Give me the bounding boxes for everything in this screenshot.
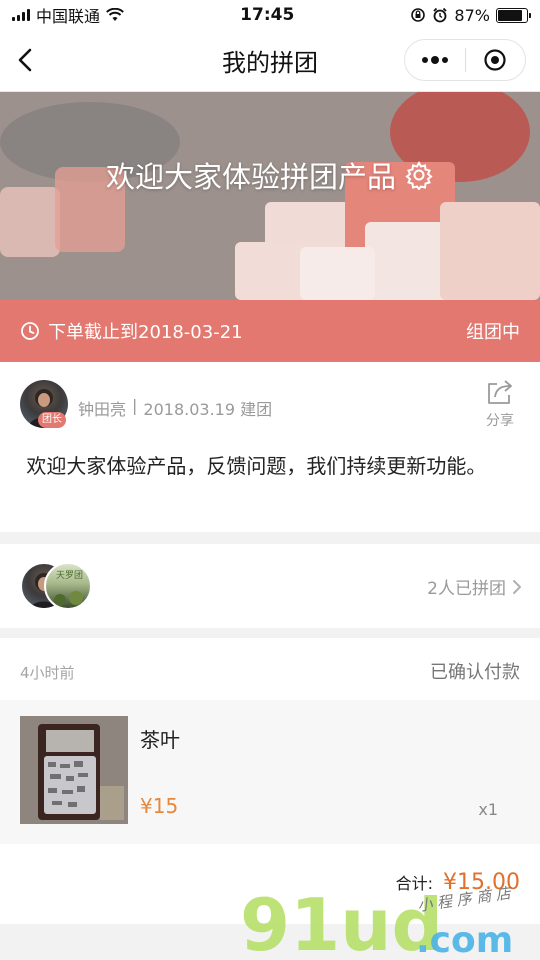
share-button[interactable]: 分享 — [480, 378, 520, 430]
settings-gear-icon[interactable] — [404, 160, 434, 190]
leader-meta: 钟田亮 | 2018.03.19 建团 — [78, 396, 272, 420]
product-image — [20, 716, 128, 824]
product-price: ¥15 — [140, 794, 179, 818]
miniprogram-capsule — [404, 39, 526, 81]
group-status: 组团中 — [466, 322, 520, 343]
page-title: 我的拼团 — [222, 49, 318, 77]
nav-bar: 我的拼团 — [0, 30, 540, 92]
member-avatar-text: 天罗团 — [56, 571, 84, 581]
close-miniprogram-button[interactable] — [466, 40, 526, 80]
share-label: 分享 — [486, 413, 514, 429]
members-card[interactable]: 天罗团 2人已拼团 — [0, 544, 540, 628]
product-quantity: x1 — [478, 800, 498, 819]
group-description: 欢迎大家体验产品，反馈问题，我们持续更新功能。 — [20, 450, 520, 483]
status-right: 87% — [410, 5, 531, 25]
banner-title-row: 欢迎大家体验拼团产品 — [0, 154, 540, 196]
battery-icon — [495, 7, 531, 23]
more-button[interactable] — [405, 40, 465, 80]
more-dots-icon — [421, 56, 448, 64]
deadline-text: 下单截止到2018-03-21 — [48, 322, 243, 343]
leader-name: 钟田亮 — [78, 400, 127, 419]
chevron-right-icon — [513, 579, 521, 594]
order-total: 合计: ¥15.00 — [396, 870, 520, 895]
tea-package-icon — [20, 716, 128, 824]
leader-card: 团长 钟田亮 | 2018.03.19 建团 分享 欢迎大家体验产品，反馈问题，… — [0, 362, 540, 532]
order-status: 已确认付款 — [430, 662, 520, 683]
group-description-text: 欢迎大家体验产品，反馈问题，我们持续更新功能。 — [26, 454, 487, 478]
carrier-label: 中国联通 — [36, 7, 101, 26]
members-count-text: 2人已拼团 — [427, 579, 506, 599]
created-date: 2018.03.19 建团 — [143, 400, 273, 419]
share-icon — [488, 380, 512, 404]
back-arrow-icon[interactable] — [12, 46, 40, 74]
order-item[interactable]: 茶叶 ¥15 x1 — [0, 700, 540, 844]
status-bar: 中国联通 17:45 87% — [0, 0, 540, 30]
signal-icon — [12, 9, 30, 21]
product-name: 茶叶 — [140, 728, 180, 752]
order-time: 4小时前 — [20, 664, 75, 682]
rotation-lock-icon — [411, 8, 426, 22]
wifi-icon — [106, 8, 124, 21]
leader-badge: 团长 — [38, 412, 66, 428]
clock-icon — [21, 322, 39, 340]
deadline-bar: 下单截止到2018-03-21 组团中 — [0, 300, 540, 362]
svg-text:.com: .com — [416, 920, 513, 960]
battery-fill — [497, 9, 523, 21]
meta-separator: | — [132, 396, 138, 415]
status-left: 中国联通 — [12, 3, 124, 27]
status-time: 17:45 — [240, 5, 295, 25]
members-count[interactable]: 2人已拼团 — [427, 574, 522, 599]
battery-percent: 87% — [454, 5, 490, 25]
banner-image — [0, 92, 540, 300]
total-label: 合计: — [395, 874, 434, 893]
banner-title: 欢迎大家体验拼团产品 — [105, 160, 396, 194]
order-card: 4小时前 已确认付款 茶叶 ¥15 x1 合计: ¥15.00 — [0, 638, 540, 924]
member-avatar: 天罗团 — [44, 562, 92, 610]
target-circle-icon — [484, 49, 506, 71]
banner: 欢迎大家体验拼团产品 — [0, 92, 540, 300]
deadline-left: 下单截止到2018-03-21 — [20, 318, 243, 344]
alarm-icon — [433, 7, 448, 23]
total-value: ¥15.00 — [443, 870, 520, 895]
